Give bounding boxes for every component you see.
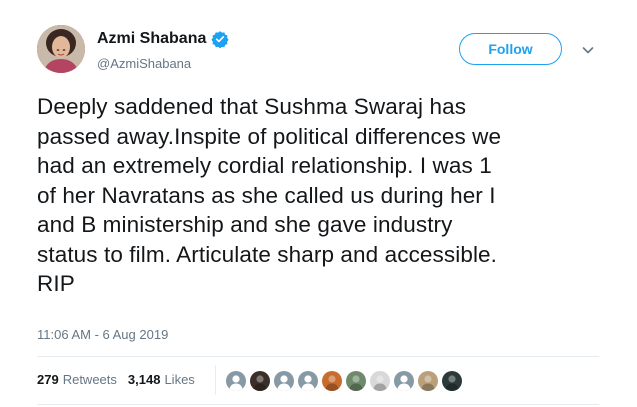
user-avatar-icon[interactable] (249, 370, 271, 392)
tweet-text-line: passed away.Inspite of political differe… (37, 123, 502, 149)
likes-stat[interactable]: 3,148 Likes (128, 372, 195, 387)
retweets-label: Retweets (62, 372, 117, 387)
author-display-name[interactable]: Azmi Shabana (97, 30, 206, 48)
author-avatar[interactable] (37, 25, 85, 73)
tweet-text-line: had an extremely cordial relationship. I… (37, 153, 492, 178)
verified-badge-icon (211, 30, 229, 48)
tweet-text: Deeply saddened that Sushma Swaraj has p… (37, 92, 607, 299)
user-avatar-icon[interactable] (441, 370, 463, 392)
follow-button[interactable]: Follow (459, 33, 562, 65)
tweet-text-line: status to film. Articulate sharp and acc… (37, 241, 498, 267)
profile-photo-icon (37, 25, 85, 73)
tweet-text-line: and B ministership and she gave industry (37, 212, 453, 237)
default-avatar-icon[interactable] (225, 370, 247, 392)
retweets-count: 279 (37, 372, 59, 387)
likers-avatars (225, 370, 465, 392)
tweet-text-line: RIP (37, 271, 75, 296)
divider (37, 356, 599, 357)
tweet-card: Azmi Shabana @AzmiShabana Follow Deeply … (0, 0, 637, 407)
likes-count: 3,148 (127, 372, 161, 387)
tweet-timestamp[interactable]: 11:06 AM - 6 Aug 2019 (37, 327, 168, 342)
default-avatar-icon[interactable] (273, 370, 295, 392)
user-avatar-icon[interactable] (345, 370, 367, 392)
author-name-row: Azmi Shabana (97, 30, 229, 48)
stats-separator (215, 365, 216, 395)
tweet-text-line: Deeply saddened that Sushma Swaraj has (37, 94, 467, 119)
default-avatar-icon[interactable] (393, 370, 415, 392)
tweet-stats: 279 Retweets 3,148 Likes (37, 372, 206, 387)
user-avatar-icon[interactable] (369, 370, 391, 392)
divider (37, 404, 599, 405)
author-handle[interactable]: @AzmiShabana (97, 56, 191, 71)
chevron-down-icon[interactable] (580, 42, 596, 58)
default-avatar-icon[interactable] (297, 370, 319, 392)
user-avatar-icon[interactable] (417, 370, 439, 392)
tweet-text-line: of her Navratans as she called us during… (37, 182, 496, 208)
retweets-stat[interactable]: 279 Retweets (37, 372, 117, 387)
likes-label: Likes (164, 372, 195, 387)
user-avatar-icon[interactable] (321, 370, 343, 392)
